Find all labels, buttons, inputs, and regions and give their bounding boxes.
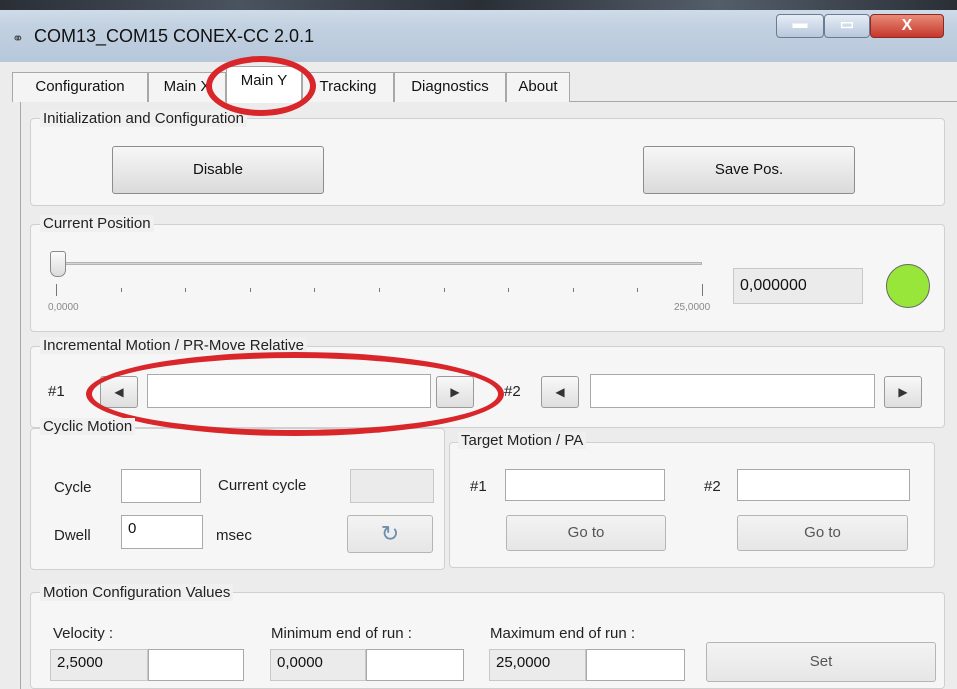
motion-config-legend: Motion Configuration Values bbox=[40, 584, 234, 601]
current-position-legend: Current Position bbox=[40, 215, 154, 232]
close-button[interactable]: X bbox=[870, 14, 944, 38]
maximize-icon: ▭ bbox=[839, 16, 855, 33]
disable-button[interactable]: Disable bbox=[112, 146, 324, 194]
max-end-of-run-input[interactable] bbox=[586, 649, 685, 681]
target-motion-legend: Target Motion / PA bbox=[458, 432, 587, 449]
slider-tick bbox=[508, 288, 510, 292]
window-title: COM13_COM15 CONEX-CC 2.0.1 bbox=[34, 26, 315, 46]
current-cycle-label: Current cycle bbox=[218, 477, 307, 494]
slider-tick bbox=[572, 288, 574, 292]
current-position-value: 0,000000 bbox=[733, 268, 863, 304]
incremental-2-right-button[interactable]: ▶ bbox=[884, 376, 922, 408]
max-end-of-run-value: 25,0000 bbox=[489, 649, 586, 681]
save-position-button[interactable]: Save Pos. bbox=[643, 146, 855, 194]
cycle-label: Cycle bbox=[54, 479, 92, 496]
slider-tick bbox=[120, 288, 122, 292]
incremental-label-1: #1 bbox=[48, 383, 65, 400]
position-slider-thumb[interactable] bbox=[50, 251, 66, 277]
tab-diagnostics[interactable]: Diagnostics bbox=[394, 72, 506, 102]
velocity-input[interactable] bbox=[148, 649, 244, 681]
slider-min-label: 0,0000 bbox=[48, 302, 79, 313]
go-to-2-button[interactable]: Go to bbox=[737, 515, 908, 551]
target-1-input[interactable] bbox=[505, 469, 665, 501]
link-icon: ⚭ bbox=[12, 30, 24, 46]
slider-ticks bbox=[56, 284, 703, 296]
window-title-bar[interactable]: ⚭ COM13_COM15 CONEX-CC 2.0.1 ▬ ▭ X bbox=[0, 0, 957, 62]
current-cycle-value bbox=[350, 469, 434, 503]
target-label-2: #2 bbox=[704, 478, 721, 495]
incremental-2-input[interactable] bbox=[590, 374, 875, 408]
slider-tick bbox=[185, 288, 187, 292]
max-end-of-run-label: Maximum end of run : bbox=[490, 625, 636, 642]
incremental-2-left-button[interactable]: ◀ bbox=[541, 376, 579, 408]
dwell-input[interactable]: 0 bbox=[121, 515, 203, 549]
slider-tick bbox=[443, 288, 445, 292]
cyclic-motion-legend: Cyclic Motion bbox=[40, 418, 136, 435]
arrow-left-icon: ◀ bbox=[555, 385, 565, 399]
target-2-input[interactable] bbox=[737, 469, 910, 501]
minimize-button[interactable]: ▬ bbox=[776, 14, 824, 38]
taskbar-strip bbox=[0, 0, 957, 10]
min-end-of-run-value: 0,0000 bbox=[270, 649, 366, 681]
minimize-icon: ▬ bbox=[792, 15, 808, 32]
tab-about[interactable]: About bbox=[506, 72, 570, 102]
min-end-of-run-input[interactable] bbox=[366, 649, 464, 681]
arrow-right-icon: ▶ bbox=[898, 385, 908, 399]
target-label-1: #1 bbox=[470, 478, 487, 495]
dwell-label: Dwell bbox=[54, 527, 91, 544]
cycle-input[interactable] bbox=[121, 469, 201, 503]
close-icon: X bbox=[901, 17, 913, 34]
dwell-unit-label: msec bbox=[216, 527, 252, 544]
slider-tick bbox=[379, 288, 380, 292]
highlight-ring-incremental bbox=[86, 352, 504, 436]
reset-cycle-button[interactable]: ↻ bbox=[347, 515, 433, 553]
go-to-1-button[interactable]: Go to bbox=[506, 515, 666, 551]
tab-configuration[interactable]: Configuration bbox=[12, 72, 148, 102]
position-slider-track bbox=[56, 262, 702, 265]
slider-max-label: 25,0000 bbox=[674, 302, 711, 313]
incremental-label-2: #2 bbox=[504, 383, 521, 400]
refresh-icon: ↻ bbox=[380, 521, 400, 546]
min-end-of-run-label: Minimum end of run : bbox=[271, 625, 412, 642]
slider-tick bbox=[314, 288, 316, 292]
maximize-button[interactable]: ▭ bbox=[824, 14, 870, 38]
set-button[interactable]: Set bbox=[706, 642, 936, 682]
init-config-legend: Initialization and Configuration bbox=[40, 110, 247, 127]
slider-tick bbox=[637, 288, 639, 292]
slider-tick bbox=[249, 288, 251, 292]
velocity-label: Velocity : bbox=[53, 625, 114, 642]
slider-tick bbox=[56, 284, 57, 296]
velocity-value: 2,5000 bbox=[50, 649, 148, 681]
slider-tick bbox=[702, 284, 703, 296]
status-indicator bbox=[886, 264, 930, 308]
highlight-ring-tab bbox=[206, 56, 316, 116]
